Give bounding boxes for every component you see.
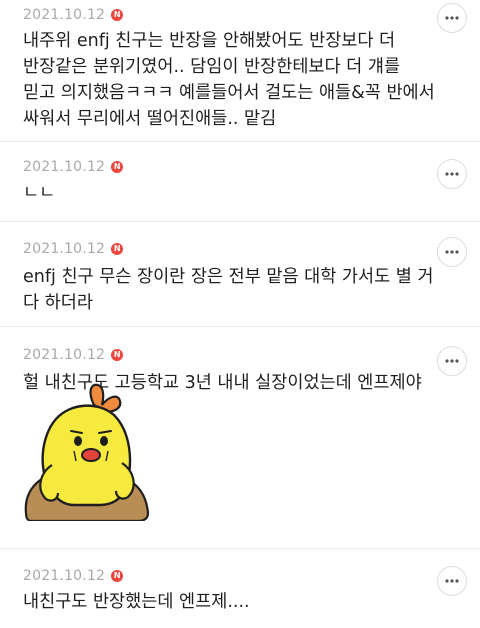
comment-text: enfj 친구 무슨 장이란 장은 전부 맡음 대학 가서도 별 거 다 하더라 — [23, 267, 434, 313]
more-options-icon — [445, 172, 459, 176]
more-options-icon — [445, 250, 459, 254]
comment-date: 2021.10.12 — [23, 7, 106, 23]
comment-item: 2021.10.12 N enfj 친구 무슨 장이란 장은 전부 맡음 대학 … — [0, 221, 480, 326]
more-options-button[interactable] — [437, 566, 467, 596]
comment-item: 2021.10.12 N ㄴㄴ — [0, 141, 480, 221]
more-options-icon — [445, 579, 459, 583]
comment-item: 2021.10.12 N 내친구도 반장했는데 엔프제.... — [0, 548, 480, 628]
more-options-button[interactable] — [437, 346, 467, 376]
more-options-icon — [445, 359, 459, 363]
comment-meta: 2021.10.12 N — [23, 159, 124, 175]
comment-date: 2021.10.12 — [23, 568, 106, 584]
comment-item: 2021.10.12 N 헐 내친구도 고등학교 3년 내내 실장이었는데 엔프… — [0, 326, 480, 548]
comment-date: 2021.10.12 — [23, 347, 106, 363]
new-badge-icon: N — [111, 349, 124, 361]
new-badge-icon: N — [111, 243, 124, 255]
comment-item: 2021.10.12 N 내주위 enfj 친구는 반장을 안해봤어도 반장보다… — [0, 0, 480, 141]
comment-meta: 2021.10.12 N — [23, 347, 124, 363]
new-badge-icon: N — [111, 9, 124, 21]
comment-text: 내주위 enfj 친구는 반장을 안해봤어도 반장보다 더 반장같은 분위기였어… — [23, 31, 435, 129]
comment-text: ㄴㄴ — [23, 183, 56, 203]
comment-text: 내친구도 반장했는데 엔프제.... — [23, 592, 250, 612]
more-options-button[interactable] — [437, 159, 467, 189]
new-badge-icon: N — [111, 161, 124, 173]
more-options-button[interactable] — [437, 237, 467, 267]
comment-meta: 2021.10.12 N — [23, 241, 124, 257]
comment-date: 2021.10.12 — [23, 241, 106, 257]
comment-meta: 2021.10.12 N — [23, 7, 124, 23]
yellow-chick-sticker — [24, 383, 150, 521]
more-options-icon — [445, 16, 459, 20]
more-options-button[interactable] — [437, 3, 467, 33]
new-badge-icon: N — [111, 570, 124, 582]
comment-date: 2021.10.12 — [23, 159, 106, 175]
comment-meta: 2021.10.12 N — [23, 568, 124, 584]
